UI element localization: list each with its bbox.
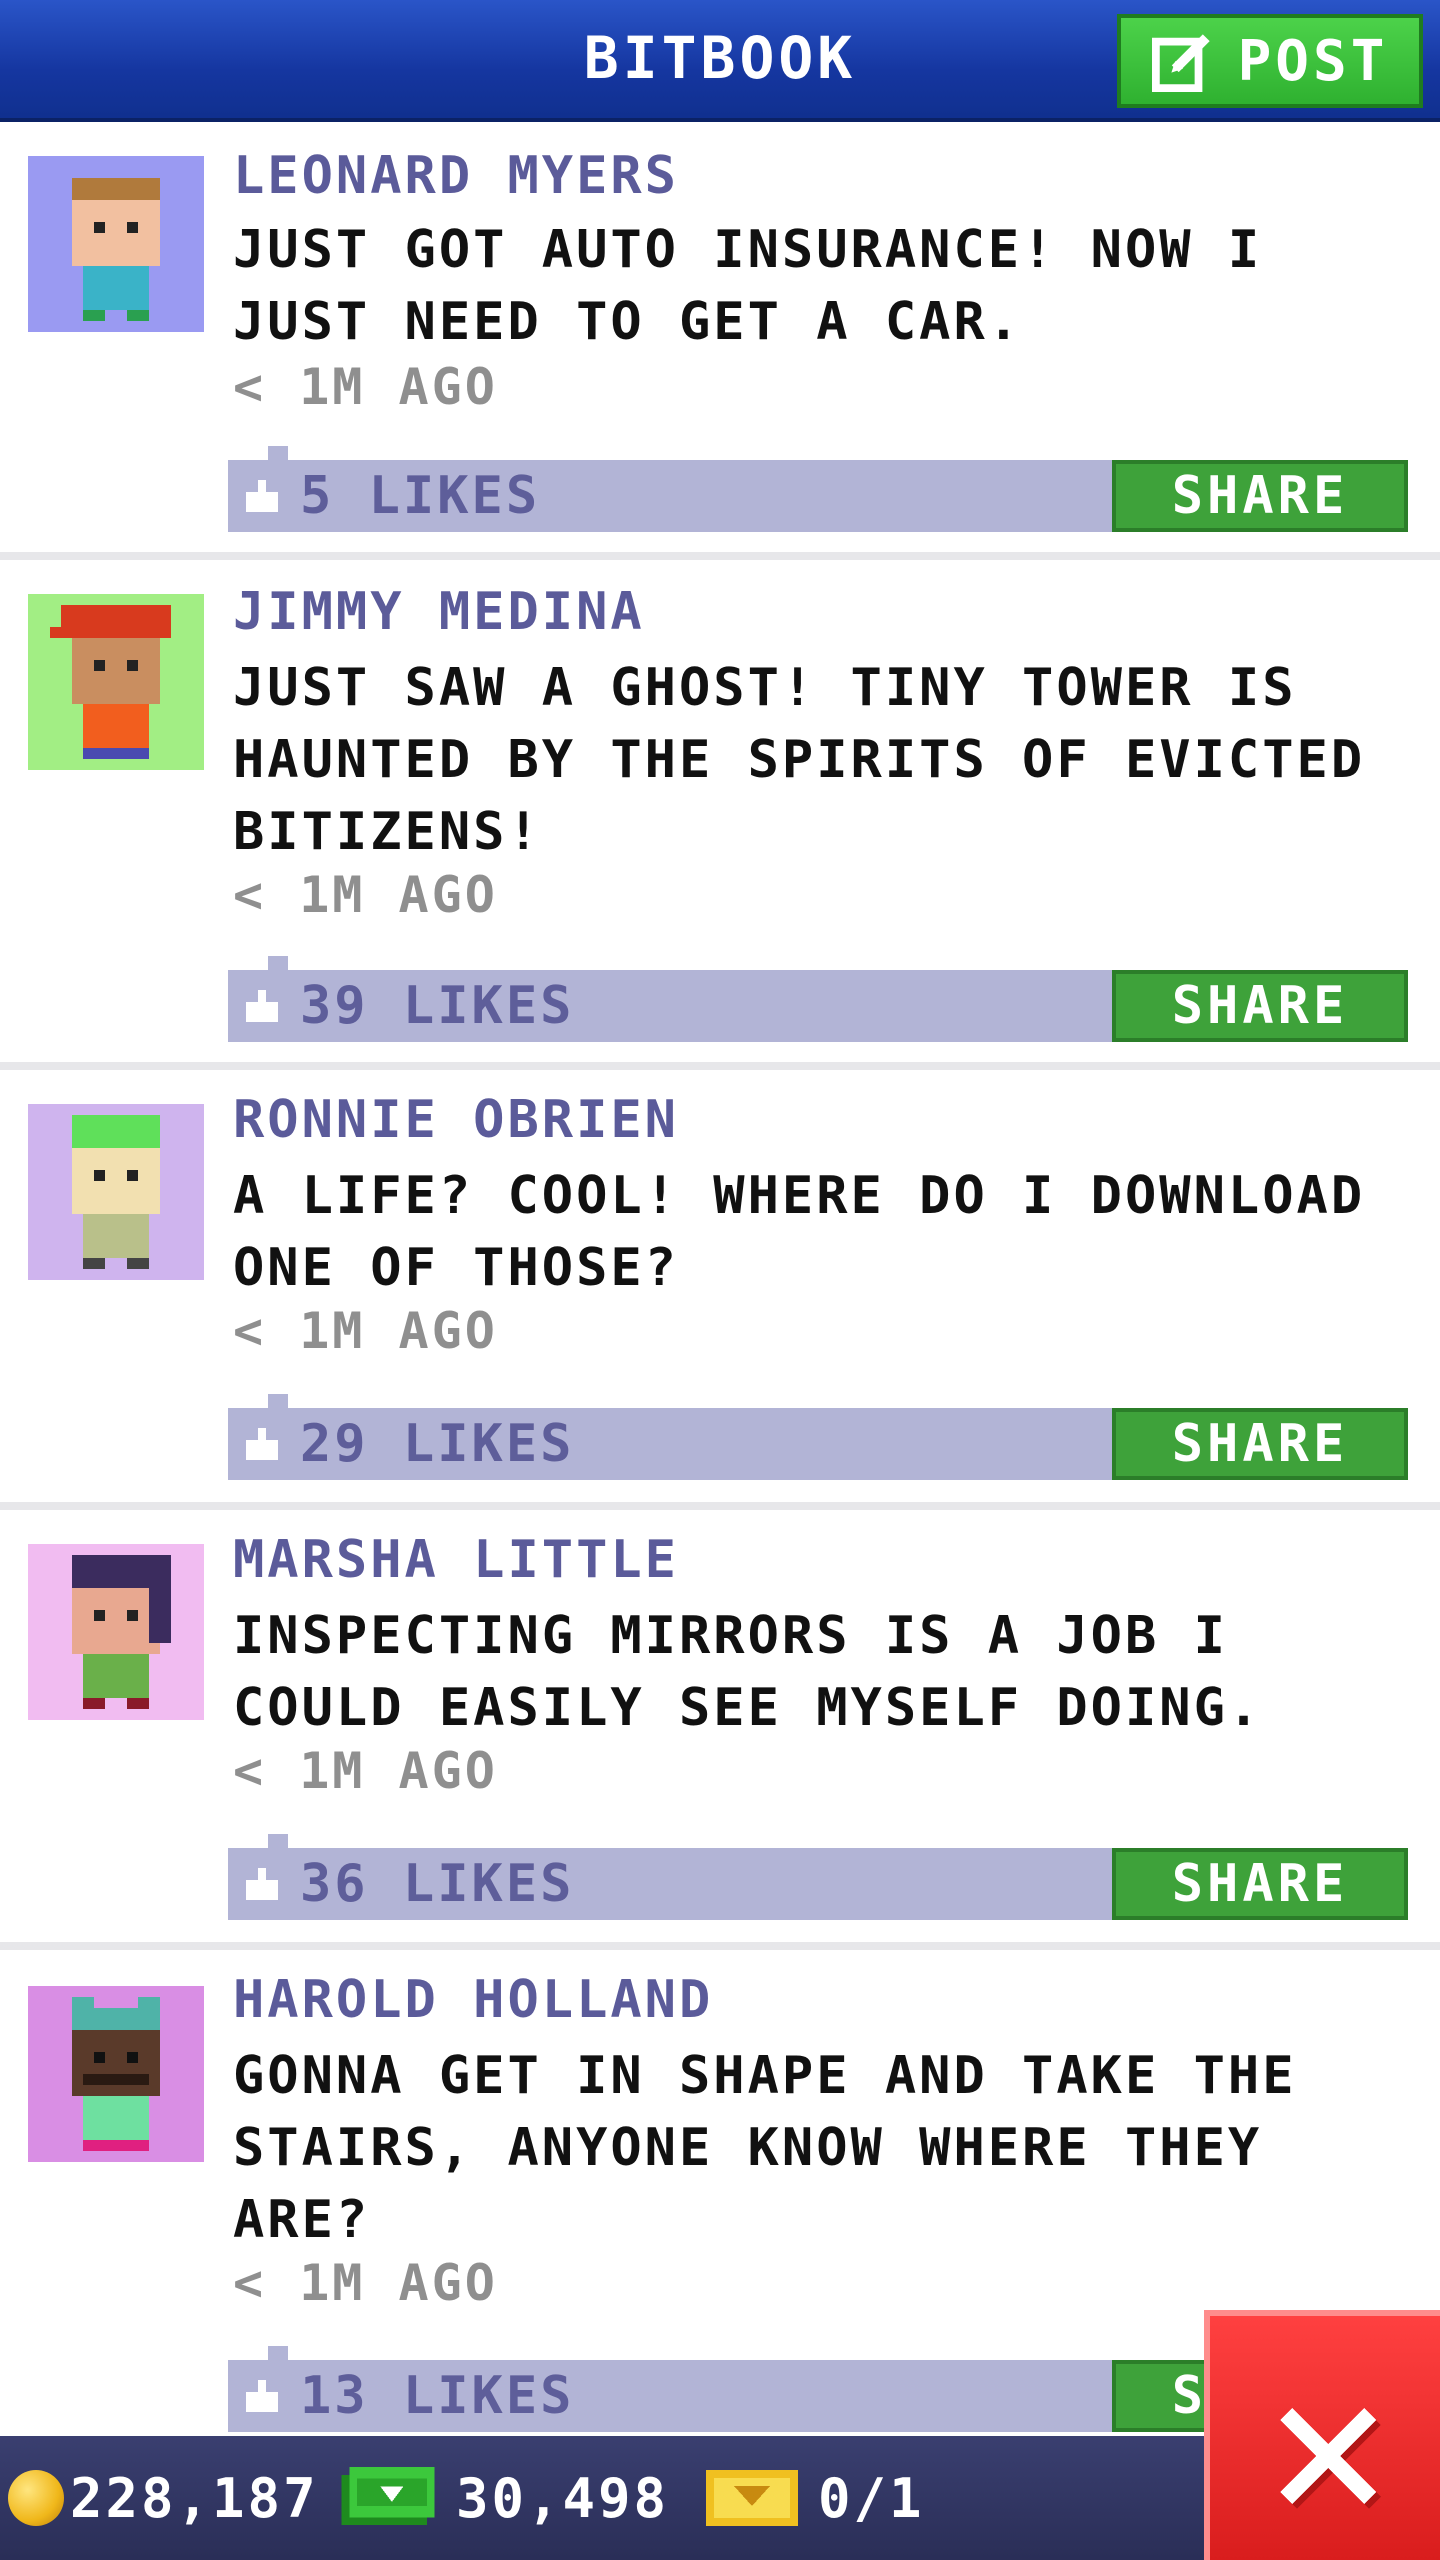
tickets-stat: 0/1 xyxy=(706,2460,925,2536)
bux-icon xyxy=(341,2467,435,2526)
like-bar: 36 LIKES SHARE xyxy=(228,1834,1408,1920)
likes-count: 5 LIKES xyxy=(300,466,541,526)
post-author[interactable]: HAROLD HOLLAND xyxy=(233,1970,713,2030)
avatar xyxy=(28,156,204,332)
post-time: < 1M AGO xyxy=(233,1742,498,1800)
thumbs-up-icon xyxy=(246,2380,278,2412)
divider xyxy=(0,1502,1440,1510)
post-button-label: POST xyxy=(1237,28,1389,94)
post-author[interactable]: RONNIE OBRIEN xyxy=(233,1090,679,1150)
like-button[interactable]: 13 LIKES xyxy=(242,2360,574,2432)
divider xyxy=(0,552,1440,560)
post-message: INSPECTING MIRRORS IS A JOB I COULD EASI… xyxy=(233,1606,1263,1738)
like-bar: 5 LIKES SHARE xyxy=(228,446,1408,532)
like-bar-notch xyxy=(268,1834,288,1848)
post-time: < 1M AGO xyxy=(233,358,498,416)
thumbs-up-icon xyxy=(246,1868,278,1900)
likes-count: 13 LIKES xyxy=(300,2366,575,2426)
likes-count: 39 LIKES xyxy=(300,976,575,1036)
like-bar-notch xyxy=(268,956,288,970)
post-message: JUST SAW A GHOST! TINY TOWER IS HAUNTED … xyxy=(233,658,1366,862)
like-button[interactable]: 29 LIKES xyxy=(242,1408,574,1480)
like-bar-notch xyxy=(268,446,288,460)
coin-icon xyxy=(8,2470,64,2526)
post-button[interactable]: POST xyxy=(1117,14,1423,108)
close-button[interactable] xyxy=(1204,2310,1440,2560)
post-message: JUST GOT AUTO INSURANCE! NOW I JUST NEED… xyxy=(233,220,1263,352)
bux-stat: 30,498 xyxy=(340,2460,669,2536)
divider xyxy=(0,1942,1440,1950)
thumbs-up-icon xyxy=(246,1428,278,1460)
share-button[interactable]: SHARE xyxy=(1112,460,1408,532)
close-icon xyxy=(1280,2408,1381,2509)
thumbs-up-icon xyxy=(246,990,278,1022)
feed-post: LEONARD MYERS JUST GOT AUTO INSURANCE! N… xyxy=(0,122,1440,552)
post-time: < 1M AGO xyxy=(233,2254,498,2312)
feed-post: MARSHA LITTLE INSPECTING MIRRORS IS A JO… xyxy=(0,1510,1440,1942)
avatar xyxy=(28,1544,204,1720)
post-author[interactable]: LEONARD MYERS xyxy=(233,146,679,206)
post-author[interactable]: JIMMY MEDINA xyxy=(233,582,645,642)
likes-count: 36 LIKES xyxy=(300,1854,575,1914)
edit-icon xyxy=(1151,34,1210,92)
share-button[interactable]: SHARE xyxy=(1112,1408,1408,1480)
thumbs-up-icon xyxy=(246,480,278,512)
coins-stat: 228,187 xyxy=(8,2460,319,2536)
like-button[interactable]: 36 LIKES xyxy=(242,1848,574,1920)
like-bar-notch xyxy=(268,2346,288,2360)
ticket-icon xyxy=(706,2470,798,2526)
feed-post: JIMMY MEDINA JUST SAW A GHOST! TINY TOWE… xyxy=(0,560,1440,1062)
avatar xyxy=(28,1986,204,2162)
like-bar: 29 LIKES SHARE xyxy=(228,1394,1408,1480)
bux-value: 30,498 xyxy=(456,2466,670,2530)
coins-value: 228,187 xyxy=(70,2466,319,2530)
post-message: A LIFE? COOL! WHERE DO I DOWNLOAD ONE OF… xyxy=(233,1166,1366,1298)
avatar xyxy=(28,1104,204,1280)
app-header: BITBOOK POST xyxy=(0,0,1440,122)
like-bar: 39 LIKES SHARE xyxy=(228,956,1408,1042)
post-time: < 1M AGO xyxy=(233,1302,498,1360)
divider xyxy=(0,1062,1440,1070)
post-time: < 1M AGO xyxy=(233,866,498,924)
share-button[interactable]: SHARE xyxy=(1112,1848,1408,1920)
likes-count: 29 LIKES xyxy=(300,1414,575,1474)
like-button[interactable]: 39 LIKES xyxy=(242,970,574,1042)
like-bar-notch xyxy=(268,1394,288,1408)
share-button[interactable]: SHARE xyxy=(1112,970,1408,1042)
feed-post: RONNIE OBRIEN A LIFE? COOL! WHERE DO I D… xyxy=(0,1070,1440,1502)
tickets-value: 0/1 xyxy=(818,2466,925,2530)
like-button[interactable]: 5 LIKES xyxy=(242,460,540,532)
post-author[interactable]: MARSHA LITTLE xyxy=(233,1530,679,1590)
avatar xyxy=(28,594,204,770)
post-message: GONNA GET IN SHAPE AND TAKE THE STAIRS, … xyxy=(233,2046,1297,2250)
